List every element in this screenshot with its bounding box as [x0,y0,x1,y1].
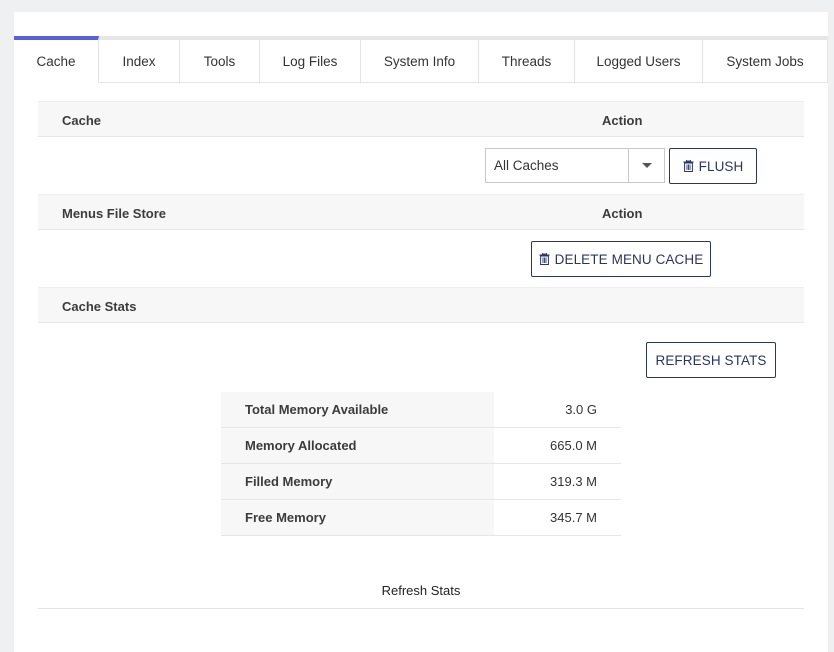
stat-label: Filled Memory [221,464,494,499]
cache-stats-table: Total Memory Available 3.0 G Memory Allo… [221,392,621,536]
tab-system-info[interactable]: System Info [361,40,479,82]
stats-row: Memory Allocated 665.0 M [221,428,621,464]
divider [38,608,804,609]
stat-label: Memory Allocated [221,428,494,463]
stats-row: Total Memory Available 3.0 G [221,392,621,428]
stat-value: 3.0 G [565,402,597,417]
cache-type-select[interactable]: All Caches [485,148,665,183]
menus-section-header: Menus File Store Action [38,194,804,230]
tab-tools[interactable]: Tools [180,40,260,82]
refresh-stats-footer-label: Refresh Stats [381,583,461,598]
stat-label: Free Memory [221,500,494,535]
stat-value: 319.3 M [550,474,597,489]
stat-label: Total Memory Available [221,392,494,427]
select-dropdown-toggle[interactable] [628,149,664,182]
stat-value: 345.7 M [550,510,597,525]
trash-icon [539,253,550,265]
tab-logged-users[interactable]: Logged Users [575,40,703,82]
cache-section-header: Cache Action [38,101,804,137]
refresh-stats-button-label: REFRESH STATS [655,352,767,368]
caret-down-icon [641,163,652,168]
tab-threads[interactable]: Threads [479,40,575,82]
flush-button-label: FLUSH [698,158,744,174]
flush-button[interactable]: FLUSH [669,148,757,184]
stats-row: Free Memory 345.7 M [221,500,621,536]
admin-panel: Cache Index Tools Log Files System Info … [14,12,828,652]
cache-action-header: Action [602,113,643,128]
tab-cache[interactable]: Cache [14,36,99,83]
cache-section-title: Cache [62,113,102,128]
tab-bar: Cache Index Tools Log Files System Info … [14,36,828,83]
stats-row: Filled Memory 319.3 M [221,464,621,500]
tab-log-files[interactable]: Log Files [260,40,361,82]
cache-type-select-value: All Caches [494,158,559,173]
tab-system-jobs[interactable]: System Jobs [703,40,828,82]
delete-menu-cache-label: DELETE MENU CACHE [554,251,704,267]
stat-value: 665.0 M [550,438,597,453]
stats-section-header: Cache Stats [38,287,804,323]
delete-menu-cache-button[interactable]: DELETE MENU CACHE [531,241,711,277]
trash-icon [683,160,694,172]
tab-index[interactable]: Index [99,40,180,82]
menus-section-title: Menus File Store [62,206,167,221]
stats-section-title: Cache Stats [62,299,137,314]
menus-action-header: Action [602,206,643,221]
refresh-stats-button[interactable]: REFRESH STATS [646,342,776,378]
